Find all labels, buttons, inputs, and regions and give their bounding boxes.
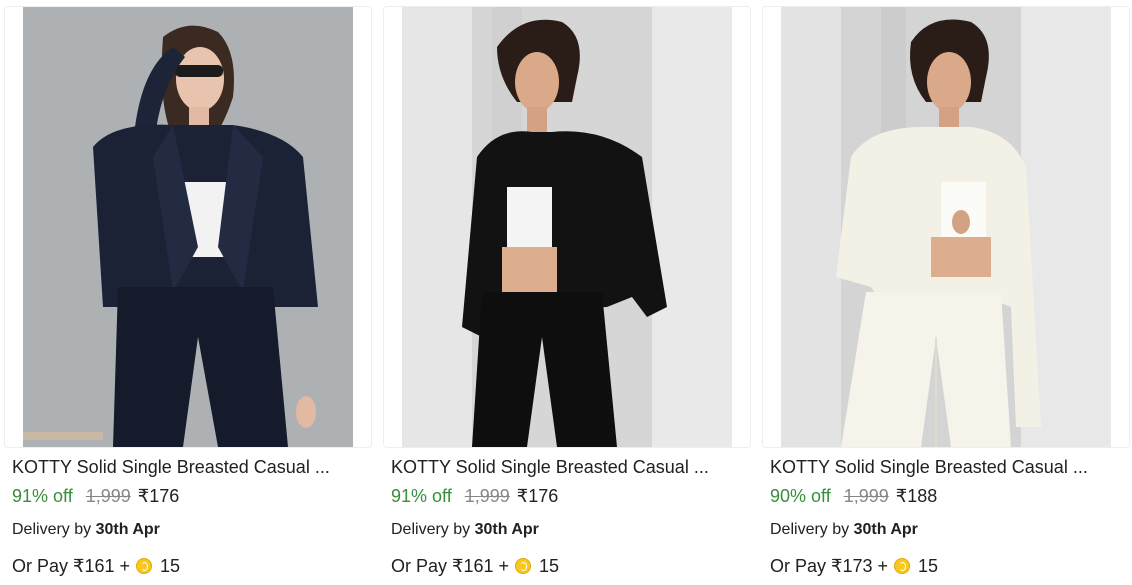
product-photo (781, 7, 1111, 447)
discount-label: 90% off (770, 486, 831, 506)
delivery-prefix: Delivery by (12, 521, 96, 538)
sale-price: ₹188 (895, 486, 938, 506)
product-card[interactable]: KOTTY Solid Single Breasted Casual ... 9… (762, 0, 1130, 585)
delivery-prefix: Delivery by (770, 521, 854, 538)
product-image[interactable] (383, 6, 751, 448)
price-row: 91% off 1,999 ₹176 (391, 485, 558, 507)
product-image[interactable] (762, 6, 1130, 448)
delivery-date: 30th Apr (95, 521, 160, 538)
product-card[interactable]: KOTTY Solid Single Breasted Casual ... 9… (4, 0, 372, 585)
product-title[interactable]: KOTTY Solid Single Breasted Casual ... (770, 456, 1122, 478)
coin-count: 15 (539, 556, 560, 576)
price-row: 91% off 1,999 ₹176 (12, 485, 179, 507)
supercoin-icon (136, 558, 153, 574)
delivery-info: Delivery by 30th Apr (770, 520, 918, 540)
delivery-info: Delivery by 30th Apr (391, 520, 539, 540)
supercoin-icon (894, 558, 911, 574)
product-title[interactable]: KOTTY Solid Single Breasted Casual ... (12, 456, 364, 478)
product-photo (23, 7, 353, 447)
supercoin-icon (515, 558, 532, 574)
coin-count: 15 (160, 556, 181, 576)
price-row: 90% off 1,999 ₹188 (770, 485, 937, 507)
pay-with-coins: Or Pay ₹161 + 15 (12, 555, 180, 577)
pay-prefix: Or Pay ₹161 + (12, 556, 131, 576)
delivery-date: 30th Apr (474, 521, 539, 538)
delivery-date: 30th Apr (853, 521, 918, 538)
delivery-prefix: Delivery by (391, 521, 475, 538)
pay-with-coins: Or Pay ₹161 + 15 (391, 555, 559, 577)
pay-prefix: Or Pay ₹161 + (391, 556, 510, 576)
product-image[interactable] (4, 6, 372, 448)
coin-count: 15 (918, 556, 939, 576)
pay-with-coins: Or Pay ₹173 + 15 (770, 555, 938, 577)
discount-label: 91% off (12, 486, 73, 506)
product-title[interactable]: KOTTY Solid Single Breasted Casual ... (391, 456, 743, 478)
discount-label: 91% off (391, 486, 452, 506)
original-price: 1,999 (85, 486, 131, 506)
sale-price: ₹176 (137, 486, 180, 506)
pay-prefix: Or Pay ₹173 + (770, 556, 889, 576)
original-price: 1,999 (843, 486, 889, 506)
product-card[interactable]: KOTTY Solid Single Breasted Casual ... 9… (383, 0, 751, 585)
delivery-info: Delivery by 30th Apr (12, 520, 160, 540)
product-photo (402, 7, 732, 447)
sale-price: ₹176 (516, 486, 559, 506)
original-price: 1,999 (464, 486, 510, 506)
